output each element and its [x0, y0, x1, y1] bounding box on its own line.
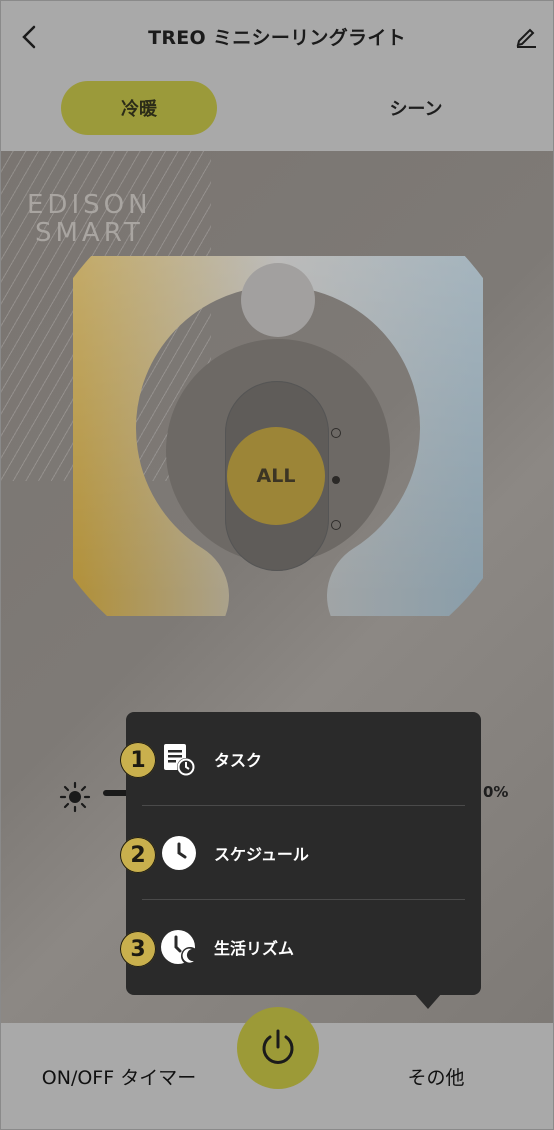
- header: TREO ミニシーリングライト 冷暖 シーン: [1, 1, 553, 151]
- clock-moon-icon: [160, 928, 198, 966]
- clock-icon: [160, 834, 198, 872]
- tab-cool-warm[interactable]: 冷暖: [61, 81, 217, 135]
- menu-item-label: スケジュール: [214, 845, 309, 864]
- mode-dot-top[interactable]: [331, 428, 341, 438]
- more-menu: タスク スケジュール 生活リズム: [126, 712, 481, 995]
- pencil-icon[interactable]: [511, 21, 541, 51]
- menu-item-schedule[interactable]: スケジュール: [126, 806, 481, 900]
- brand-line-2: SMART: [35, 218, 144, 248]
- step-badge-1: 1: [120, 742, 156, 778]
- all-button[interactable]: ALL: [227, 427, 325, 525]
- step-badge-2: 2: [120, 837, 156, 873]
- step-badge-3: 3: [120, 931, 156, 967]
- mode-dot-middle[interactable]: [332, 476, 340, 484]
- dial-handle[interactable]: [241, 263, 315, 337]
- menu-item-life-rhythm[interactable]: 生活リズム: [126, 900, 481, 994]
- power-button[interactable]: [237, 1007, 319, 1089]
- page-title: TREO ミニシーリングライト: [148, 27, 406, 49]
- tab-scene[interactable]: シーン: [331, 81, 501, 135]
- mode-dot-bottom[interactable]: [331, 520, 341, 530]
- menu-item-task[interactable]: タスク: [126, 712, 481, 806]
- sun-icon: [59, 781, 91, 813]
- brand-line-1: EDISON: [27, 190, 152, 220]
- menu-item-label: 生活リズム: [214, 939, 295, 958]
- menu-pointer: [414, 993, 442, 1009]
- power-icon: [262, 1029, 294, 1064]
- menu-item-label: タスク: [214, 751, 263, 770]
- onoff-timer-button[interactable]: ON/OFF タイマー: [19, 1063, 219, 1090]
- bottom-bar: ON/OFF タイマー その他: [1, 1007, 553, 1129]
- brand-logo: EDISON SMART: [27, 191, 152, 247]
- task-schedule-icon: [160, 740, 198, 778]
- chevron-left-icon[interactable]: [15, 23, 43, 51]
- brightness-percent: 0%: [483, 783, 509, 801]
- more-button[interactable]: その他: [341, 1063, 531, 1090]
- app-screen: TREO ミニシーリングライト 冷暖 シーン EDISON SMART ALL …: [0, 0, 554, 1130]
